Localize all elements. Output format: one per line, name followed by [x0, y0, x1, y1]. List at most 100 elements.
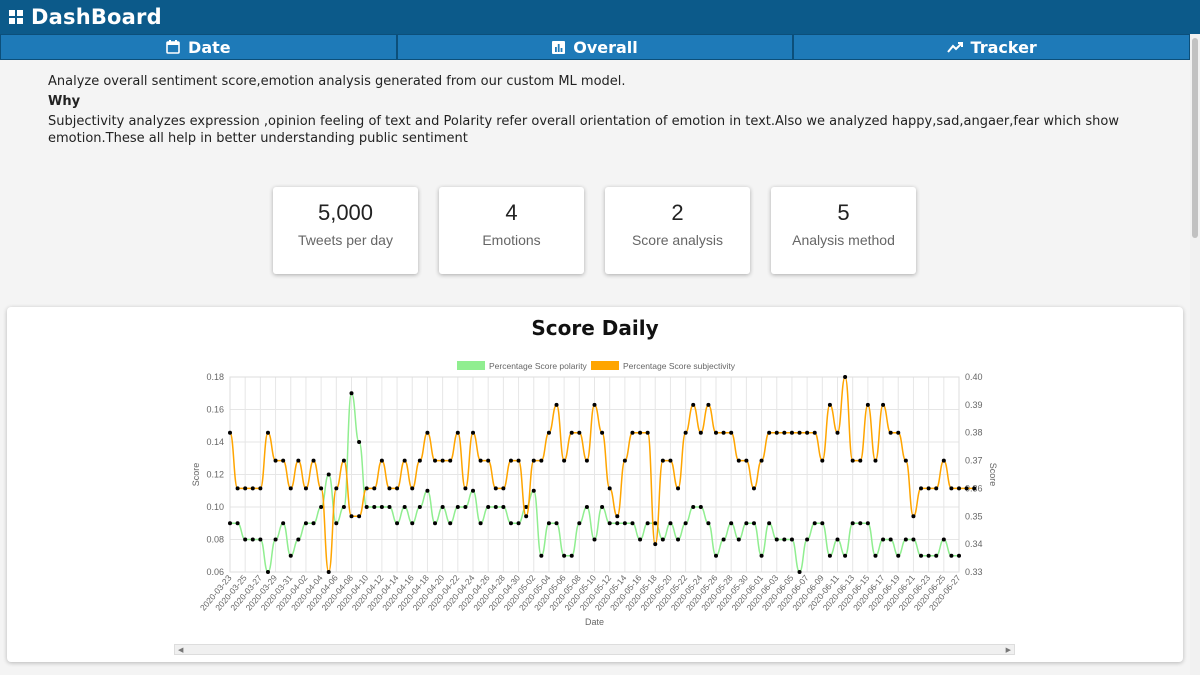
data-point	[645, 521, 650, 526]
data-point	[789, 537, 794, 542]
data-point	[676, 486, 681, 491]
y-right-axis-title: Score	[988, 463, 998, 487]
data-point	[835, 537, 840, 542]
data-point	[569, 430, 574, 435]
y-left-tick-label: 0.10	[206, 502, 224, 512]
y-right-tick-label: 0.38	[965, 428, 983, 438]
data-point	[714, 553, 718, 558]
data-point	[288, 553, 293, 558]
data-point	[919, 486, 924, 491]
data-point	[607, 521, 612, 526]
data-point	[357, 440, 362, 444]
data-point	[311, 521, 316, 526]
data-point	[797, 430, 802, 435]
data-point	[706, 521, 711, 526]
data-point	[349, 391, 354, 396]
data-point	[486, 505, 491, 509]
data-point	[433, 458, 438, 463]
data-point	[357, 514, 362, 519]
data-point	[881, 402, 886, 407]
x-axis-title: Date	[585, 617, 604, 627]
data-point	[850, 458, 855, 463]
data-point	[683, 521, 688, 526]
data-point	[402, 458, 407, 463]
scroll-left-icon[interactable]: ◀	[178, 646, 183, 654]
data-point	[949, 486, 954, 491]
tab-overall[interactable]: Overall	[396, 34, 794, 60]
data-point	[615, 514, 620, 519]
data-point	[296, 458, 301, 463]
data-point	[303, 486, 308, 491]
data-point	[729, 430, 734, 435]
data-point	[843, 553, 848, 558]
data-point	[372, 505, 377, 509]
tab-overall-label: Overall	[573, 37, 638, 57]
data-point	[797, 570, 802, 574]
data-point	[850, 521, 855, 526]
data-point	[949, 553, 954, 558]
data-point	[843, 375, 848, 379]
stat-value: 5	[837, 200, 850, 225]
nav-tabs: Date Overall Tracker	[0, 34, 1191, 60]
data-point	[751, 521, 756, 526]
data-point	[805, 430, 810, 435]
data-point	[751, 486, 756, 491]
data-point	[410, 521, 415, 526]
data-point	[235, 486, 240, 491]
stat-label: Tweets per day	[298, 232, 393, 248]
data-point	[524, 514, 529, 519]
data-point	[896, 553, 901, 558]
data-point	[546, 521, 551, 526]
data-point	[964, 486, 969, 491]
y-right-tick-label: 0.34	[965, 539, 983, 549]
scrollbar-thumb[interactable]	[1192, 38, 1198, 238]
data-point	[926, 553, 931, 558]
y-left-tick-label: 0.14	[206, 437, 224, 447]
data-point	[577, 521, 582, 526]
data-point	[379, 505, 384, 509]
data-point	[387, 486, 392, 491]
scroll-right-icon[interactable]: ▶	[1006, 646, 1011, 654]
data-point	[744, 458, 749, 463]
data-point	[410, 486, 415, 491]
data-point	[326, 472, 331, 477]
data-point	[622, 521, 627, 526]
data-point	[341, 458, 346, 463]
data-point	[440, 458, 445, 463]
data-point	[706, 402, 711, 407]
data-point	[759, 553, 764, 558]
data-point	[820, 458, 825, 463]
data-point	[425, 430, 430, 435]
data-point	[440, 505, 445, 509]
data-point	[888, 537, 893, 542]
calendar-icon	[166, 40, 180, 54]
data-point	[934, 553, 939, 558]
tab-tracker-label: Tracker	[970, 37, 1037, 57]
data-point	[812, 521, 817, 526]
data-point	[493, 486, 498, 491]
data-point	[600, 430, 605, 435]
data-point	[562, 553, 567, 558]
trend-line-icon	[946, 42, 963, 53]
data-point	[653, 521, 658, 526]
data-point	[600, 505, 605, 509]
tab-date[interactable]: Date	[0, 34, 397, 60]
data-point	[736, 537, 741, 542]
data-point	[250, 537, 255, 542]
data-point	[676, 537, 681, 542]
intro-text: Analyze overall sentiment score,emotion …	[48, 74, 626, 89]
data-point	[425, 488, 430, 493]
data-point	[288, 486, 293, 491]
data-point	[622, 458, 627, 463]
vertical-scrollbar[interactable]	[1190, 34, 1200, 675]
stat-cards: 5,000 Tweets per day 4 Emotions 2 Score …	[273, 187, 916, 274]
data-point	[668, 458, 673, 463]
y-left-tick-label: 0.06	[206, 567, 224, 577]
data-point	[395, 521, 400, 526]
data-point	[486, 458, 491, 463]
data-point	[243, 486, 248, 491]
horizontal-scrollbar[interactable]: ◀ ▶	[174, 644, 1015, 655]
score-daily-chart: 0.06 0.08 0.10 0.12 0.14 0.16 0.18 0.33 0.34 0.35…	[191, 361, 998, 627]
data-point	[501, 486, 506, 491]
tab-tracker[interactable]: Tracker	[793, 34, 1191, 60]
